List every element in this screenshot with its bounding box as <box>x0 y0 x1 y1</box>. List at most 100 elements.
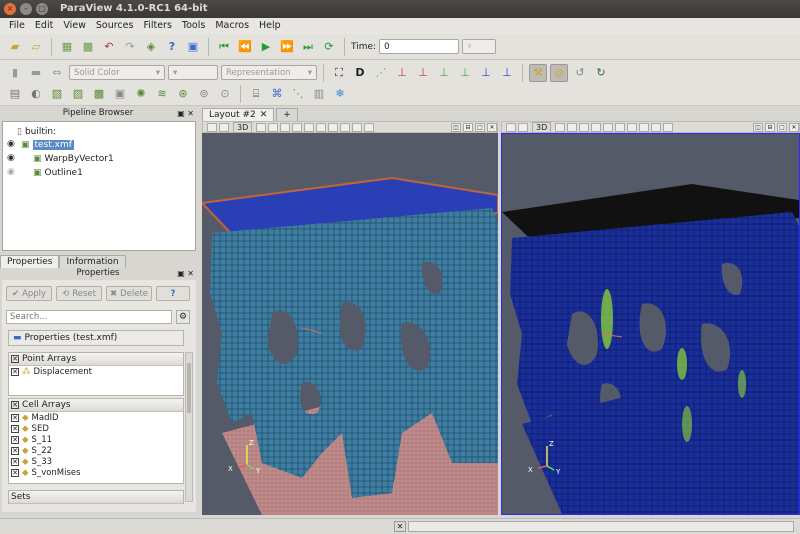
checkbox-checked[interactable]: ✕ <box>11 435 19 444</box>
time-step-spinbox[interactable]: ⇳ <box>462 39 497 54</box>
calculator-icon[interactable]: ▤ <box>6 85 24 103</box>
view-option-icon[interactable] <box>603 122 614 132</box>
view-pos-y-icon[interactable]: ⊥ <box>435 64 453 82</box>
split-horizontal-icon[interactable]: ◫ <box>451 122 461 132</box>
help-button[interactable]: ? <box>156 286 190 301</box>
reset-view-icon[interactable] <box>518 122 528 132</box>
maximize-window-button[interactable]: □ <box>36 3 48 15</box>
help-icon[interactable]: ? <box>163 38 181 56</box>
save-state-icon[interactable]: ▩ <box>79 38 97 56</box>
checkbox-checked[interactable]: ✕ <box>11 401 19 409</box>
pipeline-item-outline1[interactable]: ▣ Outline1 <box>33 166 83 179</box>
close-icon[interactable]: ✕ <box>260 110 268 120</box>
tab-properties[interactable]: Properties <box>0 255 60 269</box>
view-option-icon[interactable] <box>364 122 375 132</box>
eye-icon[interactable]: ◉ <box>7 139 15 149</box>
render-canvas-left[interactable]: Z X Y <box>202 133 498 515</box>
view-option-icon[interactable] <box>663 122 674 132</box>
view-pos-z-icon[interactable]: ⊥ <box>477 64 495 82</box>
show-center-icon[interactable]: D <box>351 64 369 82</box>
clip-icon[interactable]: ▧ <box>48 85 66 103</box>
list-item[interactable]: ✕ ◆ MadID <box>9 412 183 423</box>
menu-help[interactable]: Help <box>254 18 286 34</box>
properties-section-bar[interactable]: ▬ Properties (test.xmf) <box>8 330 184 346</box>
view-neg-x-icon[interactable]: ⊥ <box>414 64 432 82</box>
slice-icon[interactable]: ▨ <box>69 85 87 103</box>
undo-icon[interactable]: ↶ <box>100 38 118 56</box>
maximize-icon[interactable]: □ <box>777 122 787 132</box>
threshold-icon[interactable]: ▩ <box>90 85 108 103</box>
search-input[interactable] <box>6 310 172 324</box>
render-view-left[interactable]: Z X Y <box>202 133 498 515</box>
glyph-icon[interactable]: ✺ <box>132 85 150 103</box>
previous-frame-icon[interactable]: ⏪ <box>236 38 254 56</box>
close-icon[interactable]: ✕ <box>789 122 799 132</box>
split-vertical-icon[interactable]: ⊟ <box>463 122 473 132</box>
color-mode-dropdown[interactable]: Solid Color ▾ <box>69 65 165 80</box>
checkbox-checked[interactable]: ✕ <box>11 457 19 466</box>
menu-tools[interactable]: Tools <box>177 18 210 34</box>
open-file-icon[interactable]: ▰ <box>6 38 24 56</box>
find-data-icon[interactable]: ⌸ <box>247 85 265 103</box>
minimize-window-button[interactable]: – <box>20 3 32 15</box>
open-folder-icon[interactable]: ▱ <box>27 38 45 56</box>
list-item[interactable]: ✕ ◆ S_22 <box>9 445 183 456</box>
view-option-icon[interactable] <box>328 122 339 132</box>
list-item[interactable]: ✕ ⁂ Displacement <box>9 366 183 377</box>
panel-controls-icon[interactable]: ▣ ✕ <box>177 269 194 278</box>
view-option-icon[interactable] <box>615 122 626 132</box>
zoom-to-data-icon[interactable]: ⋰ <box>372 64 390 82</box>
checkbox-checked[interactable]: ✕ <box>11 367 19 376</box>
representation-dropdown[interactable]: Representation ▾ <box>221 65 317 80</box>
view-option-icon[interactable] <box>567 122 578 132</box>
reset-camera-icon[interactable]: ⛶ <box>330 64 348 82</box>
layout-tab[interactable]: Layout #2 ✕ <box>202 108 275 121</box>
play-icon[interactable]: ▶ <box>257 38 275 56</box>
status-close-icon[interactable]: ✕ <box>394 521 406 532</box>
list-item[interactable]: ✕ ◆ S_33 <box>9 456 183 467</box>
menu-file[interactable]: File <box>4 18 30 34</box>
pipeline-item-test-xmf[interactable]: ▣ test.xmf <box>21 138 74 151</box>
checkbox-checked[interactable]: ✕ <box>11 446 19 455</box>
panel-controls-icon[interactable]: ▣ ✕ <box>177 109 194 118</box>
view-3d-toggle[interactable]: 3D <box>233 121 253 133</box>
split-vertical-icon[interactable]: ⊟ <box>765 122 775 132</box>
view-neg-z-icon[interactable]: ⊥ <box>498 64 516 82</box>
view-option-icon[interactable] <box>280 122 291 132</box>
sets-header[interactable]: Sets <box>9 491 183 504</box>
warp-by-vector-icon[interactable]: ⊛ <box>174 85 192 103</box>
pipeline-root[interactable]: ▯ builtin: <box>17 125 56 138</box>
properties-scrollbar[interactable] <box>185 352 193 502</box>
render-canvas-right[interactable]: Z X Y <box>502 134 799 514</box>
view-option-icon[interactable] <box>304 122 315 132</box>
stream-tracer-icon[interactable]: ≋ <box>153 85 171 103</box>
probe-icon[interactable]: ⌘ <box>268 85 286 103</box>
menu-view[interactable]: View <box>58 18 91 34</box>
histogram-icon[interactable]: ▥ <box>310 85 328 103</box>
view-option-icon[interactable] <box>292 122 303 132</box>
checkbox-checked[interactable]: ✕ <box>11 355 19 363</box>
view-3d-toggle[interactable]: 3D <box>532 121 552 133</box>
rotate-cw-icon[interactable]: ↻ <box>592 64 610 82</box>
save-data-icon[interactable]: ▦ <box>58 38 76 56</box>
first-frame-icon[interactable]: ⏮ <box>215 38 233 56</box>
close-window-button[interactable]: × <box>4 3 16 15</box>
view-option-icon[interactable] <box>639 122 650 132</box>
contour-icon[interactable]: ◐ <box>27 85 45 103</box>
plot-over-line-icon[interactable]: ⋱ <box>289 85 307 103</box>
view-pos-x-icon[interactable]: ⊥ <box>393 64 411 82</box>
list-item[interactable]: ✕ ◆ SED <box>9 423 183 434</box>
extract-level-icon[interactable]: ⊙ <box>216 85 234 103</box>
render-view-right[interactable]: Z X Y <box>501 133 800 515</box>
pick-center-icon[interactable]: ▣ <box>184 38 202 56</box>
time-input[interactable]: 0 <box>379 39 460 54</box>
advanced-settings-icon[interactable]: ⚙ <box>176 310 190 324</box>
menu-edit[interactable]: Edit <box>30 18 58 34</box>
cell-arrays-header[interactable]: ✕ Cell Arrays <box>9 399 183 412</box>
checkbox-checked[interactable]: ✕ <box>11 424 19 433</box>
list-item[interactable]: ✕ ◆ S_11 <box>9 434 183 445</box>
next-frame-icon[interactable]: ⏩ <box>278 38 296 56</box>
eraser-icon[interactable]: ▬ <box>27 64 45 82</box>
apply-button[interactable]: ✔ Apply <box>6 286 52 301</box>
view-option-icon[interactable] <box>256 122 267 132</box>
